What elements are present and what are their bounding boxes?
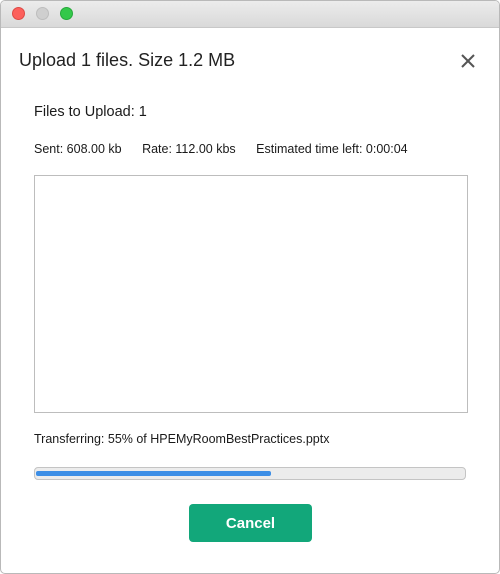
dialog-title: Upload 1 files. Size 1.2 MB [19,50,236,70]
file-list-box[interactable] [34,175,468,413]
window-close-button[interactable] [12,7,25,20]
time-left-label: Estimated time left: 0:00:04 [256,142,408,156]
title-bar [1,1,499,28]
cancel-button[interactable]: Cancel [189,504,312,542]
rate-label: Rate: 112.00 kbs [142,142,236,156]
upload-dialog-window: Upload 1 files. Size 1.2 MB Files to Upl… [0,0,500,574]
files-to-upload-label: Files to Upload: 1 [34,104,147,120]
transfer-status-label: Transferring: 55% of HPEMyRoomBestPracti… [34,432,330,446]
sent-label: Sent: 608.00 kb [34,142,122,156]
upload-stats: Sent: 608.00 kb Rate: 112.00 kbs Estimat… [34,142,425,156]
upload-progress-fill [36,471,271,476]
close-x-icon[interactable] [458,51,478,71]
window-minimize-button[interactable] [36,7,49,20]
upload-progress-bar [34,467,466,480]
window-zoom-button[interactable] [60,7,73,20]
